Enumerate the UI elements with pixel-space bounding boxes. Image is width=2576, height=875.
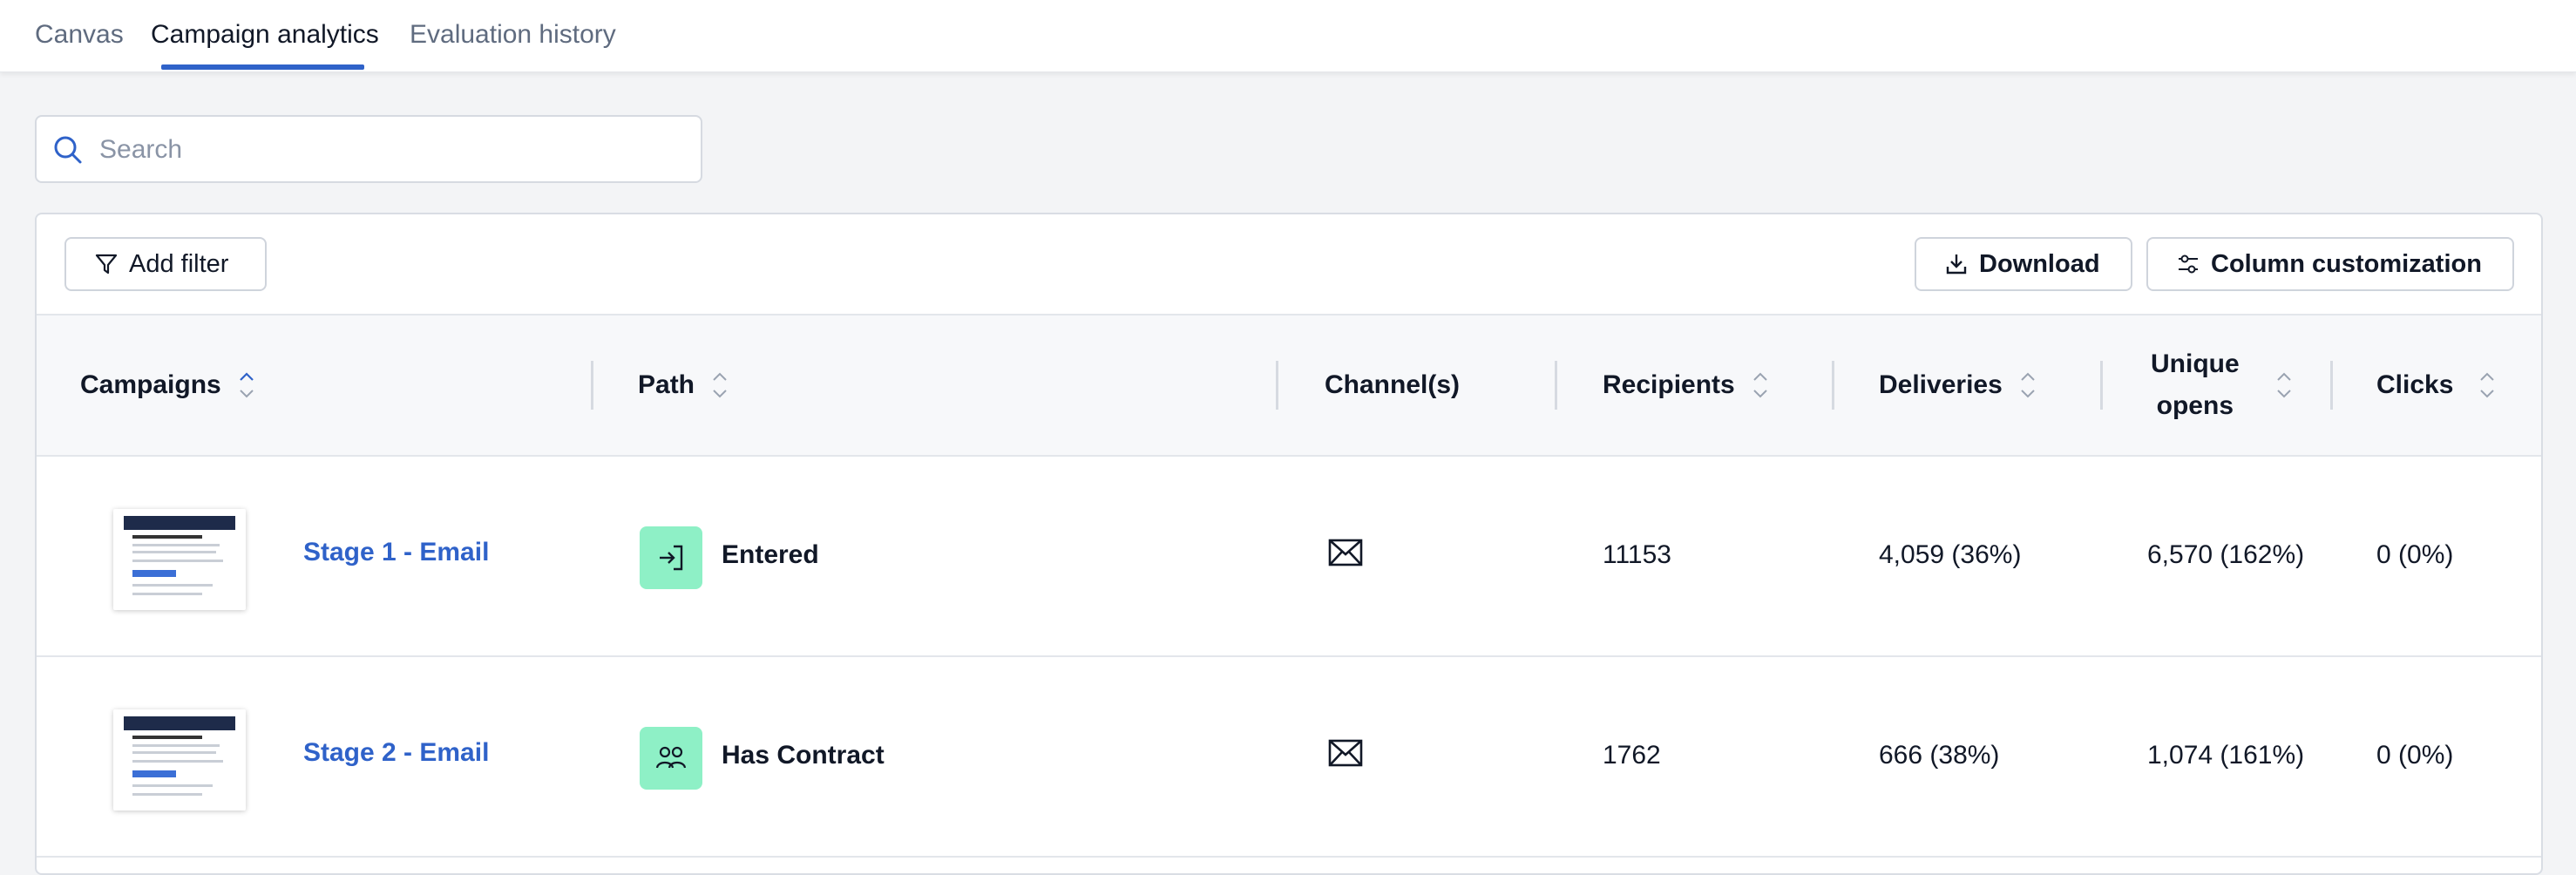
table-row: Stage 1 - Email Entered 11153 4,059 (36%… [37, 457, 2541, 657]
column-customization-label: Column customization [2211, 249, 2482, 278]
column-header-path[interactable]: Path [638, 315, 729, 455]
sort-icon[interactable] [2478, 366, 2497, 404]
active-tab-indicator [161, 64, 364, 70]
column-divider[interactable] [1555, 361, 1557, 410]
column-header-deliveries[interactable]: Deliveries [1879, 315, 2037, 455]
search-box[interactable] [35, 115, 702, 183]
sliders-icon [2176, 252, 2200, 276]
column-divider[interactable] [1276, 361, 1278, 410]
tab-evaluation-history[interactable]: Evaluation history [410, 17, 616, 52]
column-customization-button[interactable]: Column customization [2146, 237, 2514, 291]
column-header-clicks[interactable]: Clicks [2376, 315, 2497, 455]
clicks-value: 0 (0%) [2376, 540, 2454, 569]
deliveries-value: 4,059 (36%) [1879, 540, 2022, 569]
column-divider[interactable] [1832, 361, 1834, 410]
column-header-label: Deliveries [1879, 370, 2003, 399]
column-header-label: Clicks [2376, 370, 2454, 399]
sort-icon[interactable] [2274, 366, 2294, 404]
column-header-unique-opens[interactable]: Unique opens [2151, 315, 2294, 455]
download-icon [1944, 252, 1969, 276]
column-header-label: Channel(s) [1325, 370, 1461, 399]
table-header: Campaigns Path Channel(s) Recipients Del… [37, 314, 2541, 457]
sort-icon[interactable] [237, 366, 256, 404]
email-thumbnail[interactable] [113, 709, 246, 811]
search-input[interactable] [98, 131, 676, 169]
column-header-label: Campaigns [80, 370, 221, 399]
unique-opens-value: 6,570 (162%) [2147, 540, 2305, 569]
recipients-value: 1762 [1603, 741, 1661, 770]
tab-campaign-analytics[interactable]: Campaign analytics [151, 17, 379, 52]
email-thumbnail[interactable] [113, 509, 246, 610]
sort-icon[interactable] [1751, 366, 1770, 404]
column-divider[interactable] [591, 361, 593, 410]
download-button[interactable]: Download [1915, 237, 2132, 291]
column-header-label: Path [638, 370, 695, 399]
filter-icon [94, 252, 119, 276]
path-label: Has Contract [722, 741, 885, 770]
download-label: Download [1979, 249, 2100, 278]
column-header-campaigns[interactable]: Campaigns [80, 315, 256, 455]
tab-canvas[interactable]: Canvas [35, 17, 124, 52]
search-icon [54, 136, 82, 164]
deliveries-value: 666 (38%) [1879, 741, 2000, 770]
clicks-value: 0 (0%) [2376, 741, 2454, 770]
unique-opens-value: 1,074 (161%) [2147, 741, 2305, 770]
people-icon [640, 727, 702, 790]
campaign-table-card: Add filter Download Column customization… [35, 213, 2543, 875]
column-divider[interactable] [2100, 361, 2103, 410]
sort-icon[interactable] [2018, 366, 2037, 404]
sort-icon[interactable] [710, 366, 729, 404]
column-divider[interactable] [2330, 361, 2333, 410]
campaign-link[interactable]: Stage 1 - Email [303, 535, 489, 570]
recipients-value: 11153 [1603, 540, 1671, 569]
column-header-label: Recipients [1603, 370, 1735, 399]
campaign-link[interactable]: Stage 2 - Email [303, 736, 489, 770]
column-header-label: Unique opens [2151, 349, 2240, 420]
path-label: Entered [722, 540, 819, 569]
envelope-icon [1328, 539, 1363, 571]
add-filter-label: Add filter [129, 249, 229, 278]
envelope-icon [1328, 739, 1363, 771]
column-header-recipients[interactable]: Recipients [1603, 315, 1770, 455]
column-header-channels: Channel(s) [1325, 315, 1460, 455]
add-filter-button[interactable]: Add filter [64, 237, 267, 291]
enter-icon [640, 526, 702, 589]
table-row: Stage 2 - Email Has Contract 1762 666 (3… [37, 657, 2541, 858]
top-tab-bar: Canvas Campaign analytics Evaluation his… [0, 0, 2576, 72]
